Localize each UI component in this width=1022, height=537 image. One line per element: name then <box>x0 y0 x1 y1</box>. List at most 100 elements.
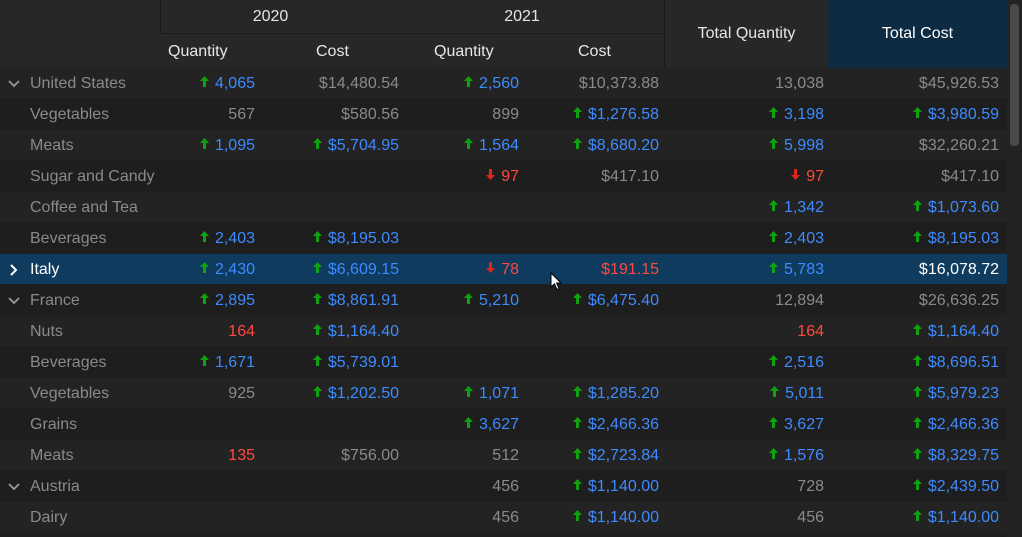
column-total-quantity[interactable]: Total Quantity <box>664 0 828 68</box>
cell-2021-cost[interactable]: $1,285.20 <box>572 378 659 409</box>
cell-total-cost[interactable]: $26,636.25 <box>919 285 999 316</box>
cell-total-quantity[interactable]: 5,998 <box>768 130 824 161</box>
cell-2021-quantity[interactable]: 5,210 <box>463 285 519 316</box>
table-row[interactable]: Sugar and Candy 97 $417.10 97 $417.10 <box>0 161 1007 192</box>
cell-total-quantity[interactable]: 3,198 <box>768 99 824 130</box>
cell-total-cost[interactable]: $1,140.00 <box>912 502 999 533</box>
chevron-down-icon[interactable] <box>7 285 21 316</box>
cell-2020-quantity[interactable]: 164 <box>228 316 255 347</box>
cell-total-cost[interactable]: $8,329.75 <box>912 440 999 471</box>
cell-2021-quantity[interactable]: 456 <box>492 502 519 533</box>
cell-total-quantity[interactable]: 97 <box>791 161 824 192</box>
row-header[interactable]: Coffee and Tea <box>0 192 160 223</box>
table-row[interactable]: Vegetables 925 $1,202.50 1,071 $1,285.20 5,01… <box>0 378 1007 409</box>
cell-total-quantity[interactable]: 12,894 <box>775 285 824 316</box>
cell-2020-cost[interactable]: $8,195.03 <box>312 223 399 254</box>
cell-2020-quantity[interactable]: 567 <box>228 99 255 130</box>
chevron-down-icon[interactable] <box>7 68 21 99</box>
cell-2021-quantity[interactable]: 2,560 <box>463 68 519 99</box>
table-row[interactable]: Dairy 456 $1,140.00 456 $1,140.00 <box>0 502 1007 533</box>
cell-total-cost[interactable]: $32,260.21 <box>919 130 999 161</box>
row-header[interactable]: France <box>0 285 160 316</box>
cell-2021-cost[interactable]: $1,140.00 <box>572 502 659 533</box>
row-header[interactable]: Meats <box>0 440 160 471</box>
cell-2020-cost[interactable]: $8,861.91 <box>312 285 399 316</box>
table-row[interactable]: Beverages 2,403 $8,195.03 2,403 $8,195.03 <box>0 223 1007 254</box>
table-row[interactable]: Meats 1,095 $5,704.95 1,564 $8,680.20 5,998 $3… <box>0 130 1007 161</box>
column-2020-cost[interactable]: Cost <box>300 35 380 68</box>
table-row[interactable]: Beverages 1,671 $5,739.01 2,516 $8,696.51 <box>0 347 1007 378</box>
row-header[interactable]: Vegetables <box>0 378 160 409</box>
cell-2020-cost[interactable]: $580.56 <box>341 99 399 130</box>
column-2021-quantity[interactable]: Quantity <box>426 35 546 68</box>
cell-2021-quantity[interactable]: 456 <box>492 471 519 502</box>
cell-total-quantity[interactable]: 2,516 <box>768 347 824 378</box>
cell-2020-quantity[interactable]: 2,403 <box>199 223 255 254</box>
cell-total-quantity[interactable]: 728 <box>797 471 824 502</box>
cell-2021-quantity[interactable]: 3,627 <box>463 409 519 440</box>
row-header[interactable]: Nuts <box>0 316 160 347</box>
column-group-2021[interactable]: 2021 <box>380 0 664 34</box>
cell-2020-quantity[interactable]: 4,065 <box>199 68 255 99</box>
cell-total-quantity[interactable]: 1,342 <box>768 192 824 223</box>
row-header[interactable]: Italy <box>0 254 160 285</box>
cell-2020-quantity[interactable]: 2,895 <box>199 285 255 316</box>
cell-total-quantity[interactable]: 5,783 <box>768 254 824 285</box>
table-row[interactable]: Austria 456 $1,140.00 728 $2,439.50 <box>0 471 1007 502</box>
cell-2021-quantity[interactable]: 1,071 <box>463 378 519 409</box>
chevron-right-icon[interactable] <box>7 254 21 285</box>
table-row[interactable]: United States 4,065 $14,480.54 2,560 $10,373… <box>0 68 1007 99</box>
cell-2020-cost[interactable]: $1,202.50 <box>312 378 399 409</box>
table-row[interactable]: Nuts 164 $1,164.40 164 $1,164.40 <box>0 316 1007 347</box>
cell-total-cost[interactable]: $417.10 <box>941 161 999 192</box>
cell-total-quantity[interactable]: 164 <box>797 316 824 347</box>
column-2020-quantity[interactable]: Quantity <box>160 35 300 68</box>
cell-2021-quantity[interactable]: 1,564 <box>463 130 519 161</box>
row-header[interactable]: Dairy <box>0 502 160 533</box>
table-row[interactable]: France 2,895 $8,861.91 5,210 $6,475.40 12,894… <box>0 285 1007 316</box>
row-header[interactable]: Sugar and Candy <box>0 161 160 192</box>
cell-2021-cost[interactable]: $1,140.00 <box>572 471 659 502</box>
row-header[interactable]: Beverages <box>0 347 160 378</box>
cell-total-quantity[interactable]: 5,011 <box>770 378 824 409</box>
table-row[interactable]: Italy 2,430 $6,609.15 78 $191.15 5,783 $16,078… <box>0 254 1007 285</box>
row-header[interactable]: Beverages <box>0 223 160 254</box>
cell-2020-cost[interactable]: $5,739.01 <box>312 347 399 378</box>
cell-2021-cost[interactable]: $2,723.84 <box>572 440 659 471</box>
cell-2021-cost[interactable]: $6,475.40 <box>572 285 659 316</box>
cell-2020-quantity[interactable]: 2,430 <box>199 254 255 285</box>
cell-total-cost[interactable]: $45,926.53 <box>919 68 999 99</box>
cell-2021-quantity[interactable]: 78 <box>486 254 519 285</box>
row-header[interactable]: Grains <box>0 409 160 440</box>
cell-total-cost[interactable]: $1,164.40 <box>912 316 999 347</box>
column-group-2020[interactable]: 2020 <box>160 0 380 34</box>
cell-2020-cost[interactable]: $1,164.40 <box>312 316 399 347</box>
cell-2021-cost[interactable]: $1,276.58 <box>572 99 659 130</box>
vertical-scrollbar[interactable] <box>1007 0 1022 537</box>
cell-total-cost[interactable]: $2,439.50 <box>912 471 999 502</box>
cell-total-cost[interactable]: $1,073.60 <box>912 192 999 223</box>
column-2021-cost[interactable]: Cost <box>570 35 660 68</box>
cell-2020-cost[interactable]: $14,480.54 <box>319 68 399 99</box>
cell-2020-cost[interactable]: $6,609.15 <box>312 254 399 285</box>
row-header[interactable]: Vegetables <box>0 99 160 130</box>
table-row[interactable]: Grains 3,627 $2,466.36 3,627 $2,466.36 <box>0 409 1007 440</box>
cell-total-quantity[interactable]: 2,403 <box>768 223 824 254</box>
cell-total-cost[interactable]: $8,195.03 <box>912 223 999 254</box>
cell-total-cost[interactable]: $8,696.51 <box>912 347 999 378</box>
chevron-down-icon[interactable] <box>7 471 21 502</box>
cell-total-cost[interactable]: $2,466.36 <box>912 409 999 440</box>
column-total-cost[interactable]: Total Cost <box>828 0 1007 68</box>
cell-2021-quantity[interactable]: 512 <box>492 440 519 471</box>
scrollbar-thumb[interactable] <box>1010 4 1019 146</box>
cell-2021-cost[interactable]: $10,373.88 <box>579 68 659 99</box>
row-header[interactable]: Meats <box>0 130 160 161</box>
table-row[interactable]: Coffee and Tea 1,342 $1,073.60 <box>0 192 1007 223</box>
table-row[interactable]: Vegetables 567 $580.56 899 $1,276.58 3,198 $3,… <box>0 99 1007 130</box>
row-header[interactable]: United States <box>0 68 160 99</box>
row-header[interactable]: Austria <box>0 471 160 502</box>
cell-2021-cost[interactable]: $417.10 <box>601 161 659 192</box>
cell-2020-cost[interactable]: $756.00 <box>341 440 399 471</box>
cell-2020-quantity[interactable]: 135 <box>228 440 255 471</box>
cell-2021-quantity[interactable]: 899 <box>492 99 519 130</box>
